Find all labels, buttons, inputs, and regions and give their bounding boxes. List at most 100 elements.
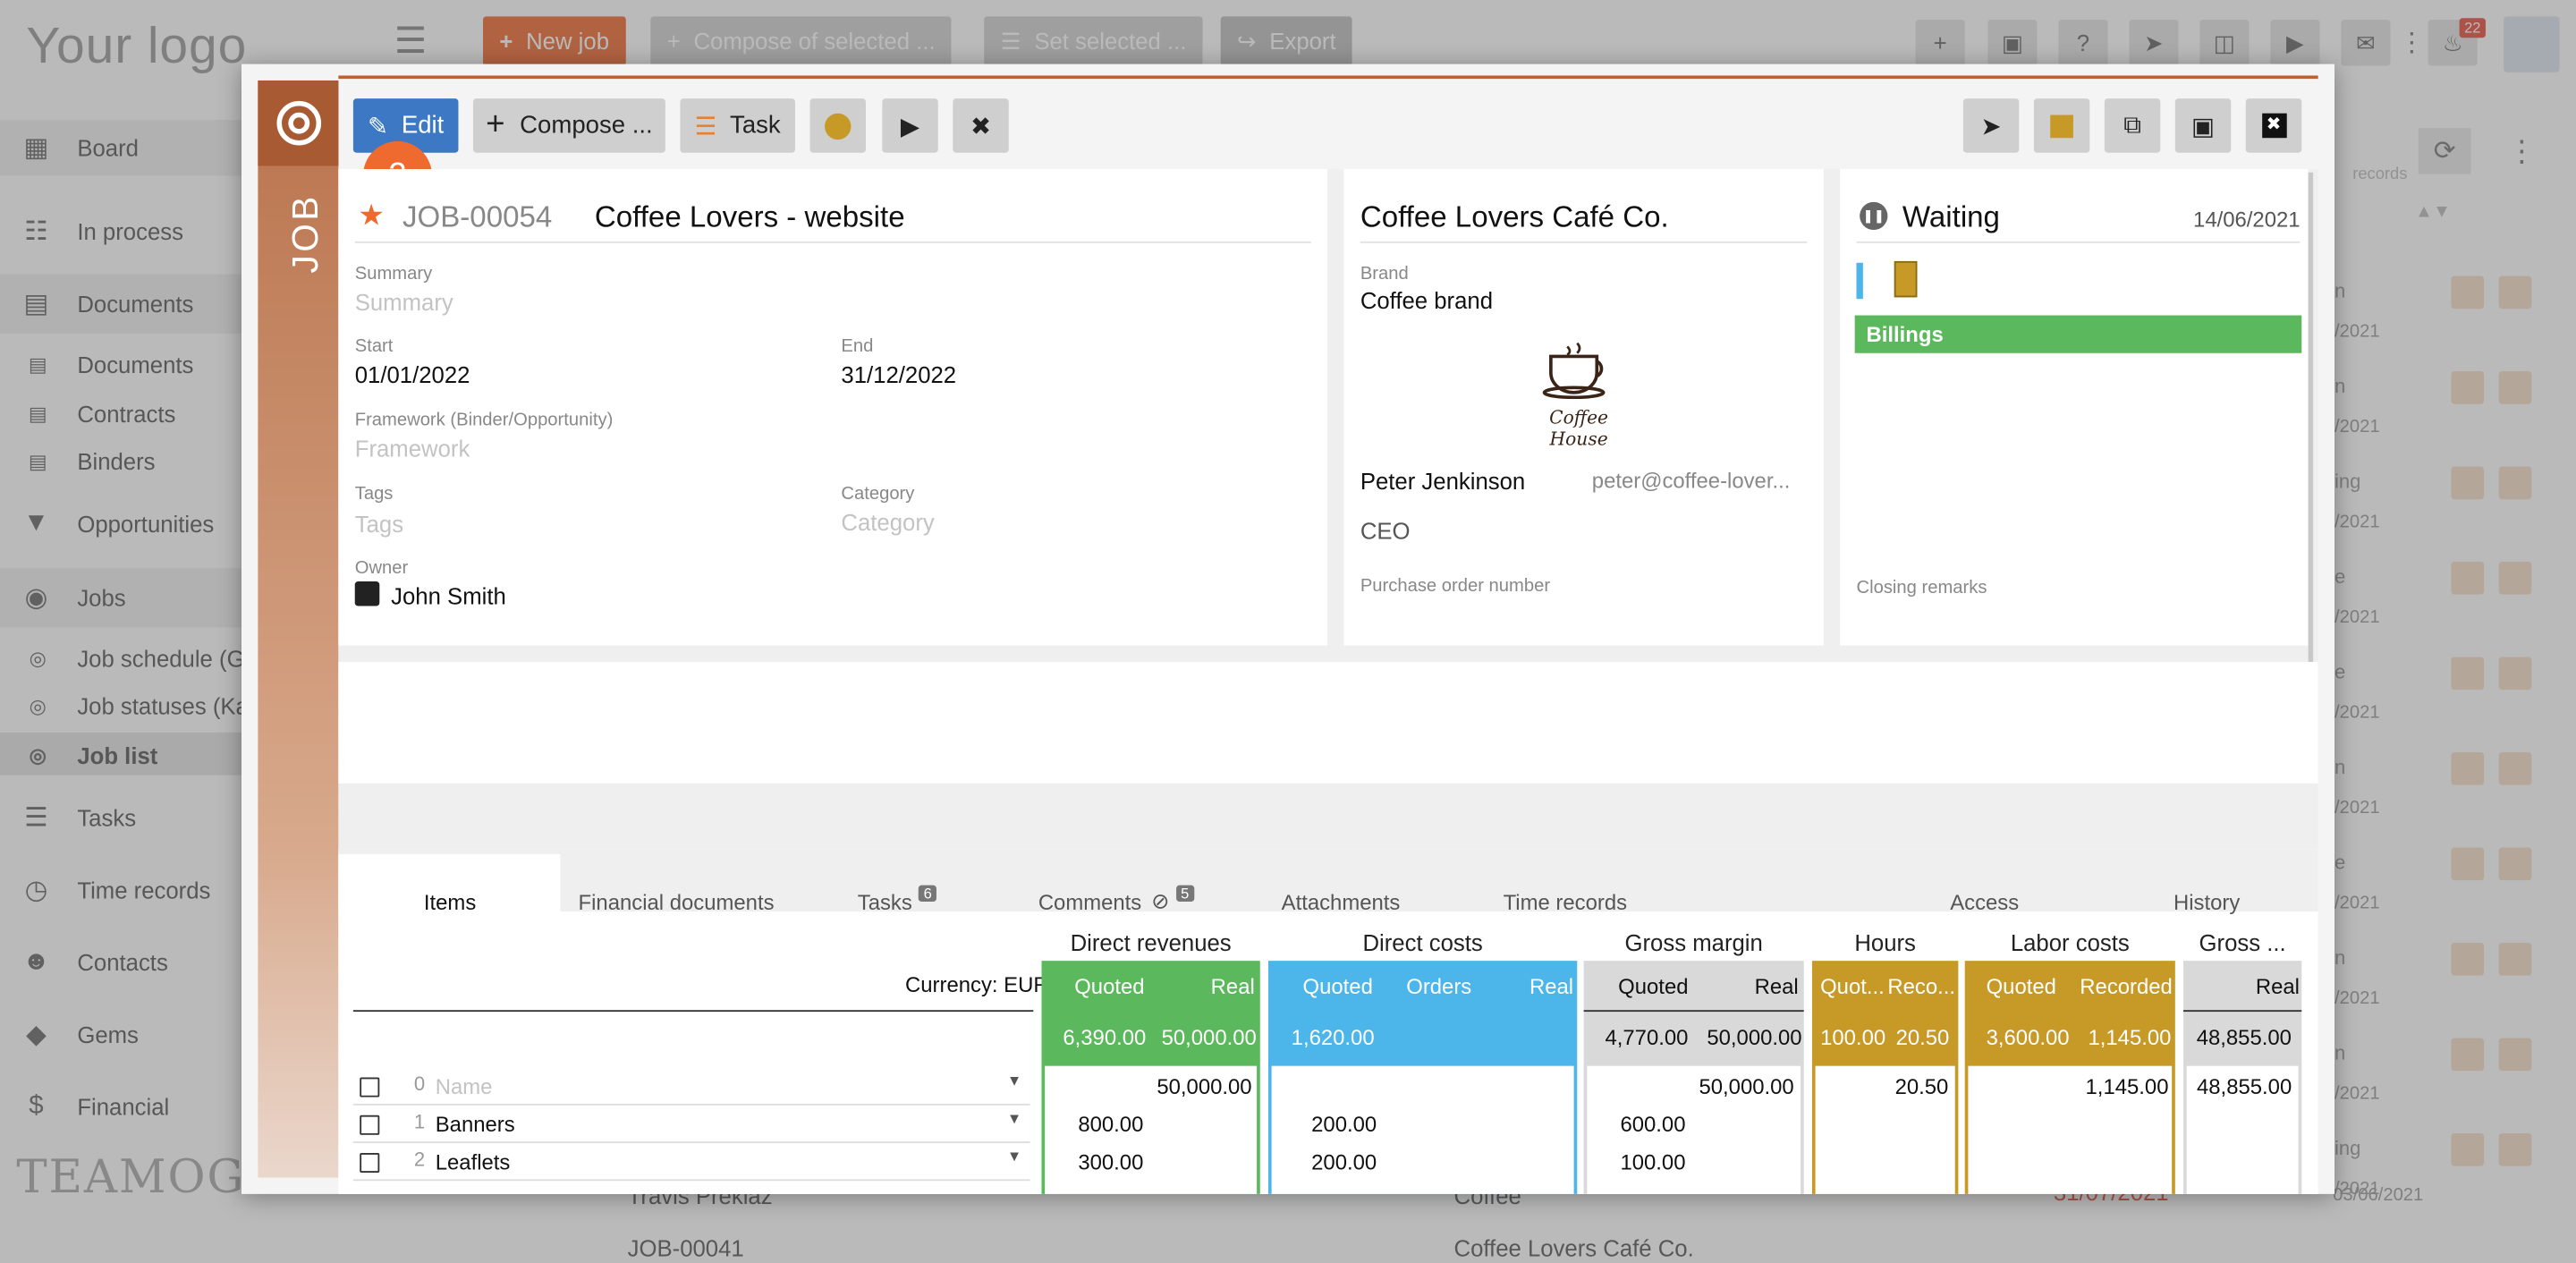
tab-attachments[interactable]: Attachments <box>1282 877 1401 927</box>
row-cell-dc-quoted[interactable]: 200.00 <box>1272 1106 1377 1141</box>
row-cell-dr-real[interactable]: 50,000.00 <box>1150 1067 1251 1103</box>
compose-button[interactable]: + Compose ... <box>472 98 665 153</box>
divider <box>354 241 1311 243</box>
status-marker-gold[interactable] <box>1894 260 1918 298</box>
tools-button[interactable]: ✖ <box>953 98 1009 153</box>
end-date-field[interactable]: 31/12/2022 <box>841 361 956 387</box>
tab-access[interactable]: Access <box>1950 877 2019 927</box>
sub-h-recorded[interactable]: Reco... <box>1887 961 1955 1010</box>
billings-bar[interactable]: Billings <box>1854 315 2302 353</box>
sub-h-quoted[interactable]: Quot... <box>1820 961 1885 1010</box>
sub-dc-real[interactable]: Real <box>1530 961 1573 1010</box>
row-cell-h-recorded[interactable] <box>1867 1143 1949 1179</box>
row-dropdown-icon[interactable]: ▼ <box>1007 1110 1021 1126</box>
row-cell-g-real[interactable]: 48,855.00 <box>2187 1067 2292 1103</box>
note-button[interactable] <box>2033 98 2090 153</box>
col-gross-margin: Gross margin <box>1624 929 1763 956</box>
row-cell-gm-real[interactable] <box>1692 1106 1794 1141</box>
sub-gm-real[interactable]: Real <box>1755 961 1799 1010</box>
pause-icon[interactable]: ❚❚ <box>1860 201 1888 231</box>
row-cell-gm-quoted[interactable]: 600.00 <box>1587 1106 1685 1141</box>
row-checkbox[interactable] <box>360 1115 380 1135</box>
job-title[interactable]: Coffee Lovers - website <box>595 200 905 235</box>
row-cell-dc-quoted[interactable] <box>1272 1067 1377 1103</box>
row-dropdown-icon[interactable]: ▼ <box>1007 1148 1021 1164</box>
sub-g-real[interactable]: Real <box>2256 961 2300 1010</box>
row-name-placeholder[interactable]: Name <box>436 1074 493 1099</box>
row-cell-dc-quoted[interactable]: 200.00 <box>1272 1143 1377 1179</box>
category-field[interactable]: Category <box>841 509 934 535</box>
job-modal: JOB ✎ Edit 2 + Compose ... ☰ Task ▶ ✖ ➤ ⧉ ▣… <box>241 64 2334 1194</box>
start-date-field[interactable]: 01/01/2022 <box>355 361 470 387</box>
client-name[interactable]: Coffee Lovers Café Co. <box>1360 200 1669 235</box>
sub-lc-recorded[interactable]: Recorded <box>2080 961 2173 1010</box>
tot-h-recorded: 20.50 <box>1895 1024 1950 1050</box>
row-cell-dr-quoted[interactable] <box>1045 1067 1143 1103</box>
brand-field[interactable]: Coffee brand <box>1360 287 1493 313</box>
tab-comments[interactable]: Comments ⊘ 5 <box>1038 877 1194 927</box>
sticky-note-icon <box>2050 114 2073 138</box>
row-cell-gm-quoted[interactable]: 100.00 <box>1587 1143 1685 1179</box>
row-cell-gm-real[interactable] <box>1692 1143 1794 1179</box>
summary-field[interactable]: Summary <box>355 289 453 315</box>
row-cell-h-recorded[interactable] <box>1867 1106 1949 1141</box>
brand-logo-text: Coffee House <box>1549 407 1609 451</box>
row-cell-gm-real[interactable]: 50,000.00 <box>1692 1067 1793 1103</box>
status-label[interactable]: Waiting <box>1902 200 2000 235</box>
favorite-star-icon[interactable]: ★ <box>358 199 385 233</box>
copy-button[interactable]: ⧉ <box>2104 98 2161 153</box>
tot-dr-quoted: 6,390.00 <box>1063 1024 1147 1050</box>
send-button[interactable]: ➤ <box>1962 98 2020 153</box>
sub-lc-quoted[interactable]: Quoted <box>1987 961 2056 1010</box>
tab-history[interactable]: History <box>2174 877 2240 927</box>
tags-label: Tags <box>354 484 394 504</box>
sub-dr-real[interactable]: Real <box>1211 961 1255 1010</box>
row-dropdown-icon[interactable]: ▼ <box>1007 1072 1021 1089</box>
tab-time-records[interactable]: Time records <box>1504 877 1627 927</box>
row-name[interactable]: Banners <box>436 1112 515 1137</box>
maximize-button[interactable]: ▣ <box>2174 98 2232 153</box>
framework-label: Framework (Binder/Opportunity) <box>354 411 614 431</box>
sub-gm-quoted[interactable]: Quoted <box>1618 961 1688 1010</box>
tot-g-real: 48,855.00 <box>2196 1024 2292 1050</box>
owner-field[interactable]: John Smith <box>391 583 506 609</box>
tot-gm-quoted: 4,770.00 <box>1605 1024 1689 1050</box>
play-button[interactable]: ▶ <box>882 98 938 153</box>
time-record-button[interactable] <box>809 98 866 153</box>
tot-gm-real: 50,000.00 <box>1707 1024 1802 1050</box>
description-panel[interactable] <box>338 661 2318 784</box>
row-name[interactable]: Leaflets <box>436 1149 511 1174</box>
row-checkbox[interactable] <box>360 1152 380 1174</box>
tab-label: Time records <box>1503 889 1628 914</box>
tab-items[interactable]: Items <box>424 877 476 927</box>
row-cell-h-recorded[interactable]: 20.50 <box>1867 1067 1949 1103</box>
row-cell-g-real[interactable] <box>2187 1106 2292 1141</box>
tab-label: Financial documents <box>578 889 775 914</box>
row-cell-gm-quoted[interactable] <box>1587 1067 1685 1103</box>
row-cell-dr-real[interactable] <box>1150 1106 1252 1141</box>
tags-field[interactable]: Tags <box>355 511 403 537</box>
sub-dr-quoted[interactable]: Quoted <box>1074 961 1144 1010</box>
row-checkbox[interactable] <box>360 1077 380 1098</box>
contact-name[interactable]: Peter Jenkinson <box>1360 468 1525 494</box>
row-cell-dr-real[interactable] <box>1150 1143 1252 1179</box>
task-button[interactable]: ☰ Task <box>680 98 795 153</box>
row-cell-lc-recorded[interactable] <box>1968 1143 2168 1179</box>
tab-financial-documents[interactable]: Financial documents <box>579 877 775 927</box>
sub-dc-quoted[interactable]: Quoted <box>1303 961 1373 1010</box>
tools-icon: ✖ <box>970 112 992 140</box>
row-cell-g-real[interactable] <box>2187 1143 2292 1179</box>
play-icon: ▶ <box>900 112 920 140</box>
row-cell-dr-quoted[interactable]: 800.00 <box>1045 1106 1143 1141</box>
row-cell-lc-recorded[interactable] <box>1968 1106 2168 1141</box>
sub-dc-orders[interactable]: Orders <box>1406 961 1471 1010</box>
closing-remarks-label: Closing remarks <box>1856 578 1987 598</box>
framework-field[interactable]: Framework <box>355 436 470 462</box>
row-cell-dr-quoted[interactable]: 300.00 <box>1045 1143 1143 1179</box>
contact-email[interactable]: peter@coffee-lover... <box>1592 468 1791 493</box>
row-cell-lc-recorded[interactable]: 1,145.00 <box>1968 1067 2169 1103</box>
tab-label: Access <box>1950 889 2020 914</box>
tab-tasks[interactable]: Tasks 6 <box>858 877 937 927</box>
close-button[interactable]: ✖ <box>2245 98 2302 153</box>
tab-label: Tasks <box>857 889 912 914</box>
